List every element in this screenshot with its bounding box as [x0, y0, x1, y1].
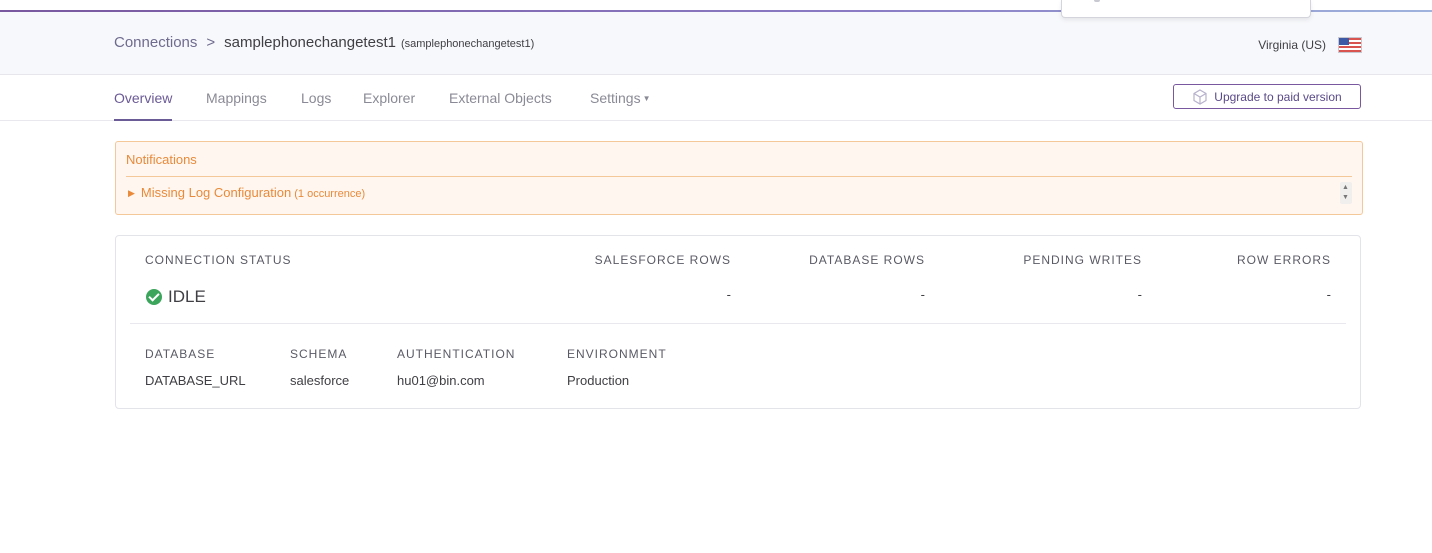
tab-explorer[interactable]: Explorer	[363, 90, 415, 106]
database-value: DATABASE_URL	[145, 373, 246, 388]
upgrade-button[interactable]: Upgrade to paid version	[1173, 84, 1361, 109]
database-rows-label: DATABASE ROWS	[809, 253, 925, 267]
connection-summary-card: CONNECTION STATUS IDLE SALESFORCE ROWS -…	[115, 235, 1361, 409]
us-flag-icon	[1338, 37, 1362, 53]
notification-label: Missing Log Configuration	[140, 185, 292, 200]
salesforce-rows-label: SALESFORCE ROWS	[594, 253, 731, 267]
notifications-scrollbar[interactable]: ▲ ▼	[1340, 182, 1352, 204]
breadcrumb: Connections > samplephonechangetest1 (sa…	[114, 34, 534, 51]
notifications-panel: Notifications ▶ Missing Log Configuration…	[115, 141, 1363, 215]
caret-down-icon: ▼	[642, 94, 651, 103]
notification-count: (1 occurrence)	[294, 188, 366, 200]
connection-name: samplephonechangetest1	[224, 34, 396, 51]
salesforce-rows-value: -	[726, 287, 731, 302]
status-value: IDLE	[168, 287, 206, 306]
tab-logs[interactable]: Logs	[301, 90, 331, 106]
cube-icon	[1193, 88, 1207, 105]
page-header: Connections > samplephonechangetest1 (sa…	[0, 12, 1432, 75]
database-label: DATABASE	[145, 347, 216, 361]
pending-writes-value: -	[1137, 287, 1142, 302]
card-divider	[130, 323, 1346, 324]
row-errors-value: -	[1326, 287, 1331, 302]
connection-status: IDLE	[146, 287, 206, 307]
scroll-down-icon[interactable]: ▼	[1342, 194, 1349, 202]
breadcrumb-connections-link[interactable]: Connections	[114, 34, 197, 51]
tab-settings-label: Settings	[590, 90, 641, 106]
tab-external-objects[interactable]: External Objects	[449, 90, 552, 106]
tab-settings[interactable]: Settings ▼	[590, 90, 651, 106]
authentication-value: hu01@bin.com	[397, 373, 485, 388]
expand-triangle-icon: ▶	[128, 188, 135, 198]
region-indicator: Virginia (US)	[1258, 37, 1362, 53]
pending-writes-label: PENDING WRITES	[1023, 253, 1142, 267]
schema-label: SCHEMA	[290, 347, 348, 361]
dropdown-menu-stub	[1061, 0, 1311, 18]
environment-label: ENVIRONMENT	[567, 347, 667, 361]
connection-status-label: CONNECTION STATUS	[145, 253, 292, 267]
scroll-up-icon[interactable]: ▲	[1342, 184, 1349, 192]
authentication-label: AUTHENTICATION	[397, 347, 516, 361]
environment-value: Production	[567, 373, 630, 388]
tab-overview[interactable]: Overview	[114, 90, 173, 121]
check-circle-icon	[146, 289, 162, 305]
upgrade-button-label: Upgrade to paid version	[1214, 89, 1342, 104]
chevron-right-icon: >	[206, 34, 216, 51]
tab-mappings[interactable]: Mappings	[206, 90, 267, 106]
connection-name-sub: (samplephonechangetest1)	[400, 38, 535, 50]
row-errors-label: ROW ERRORS	[1237, 253, 1331, 267]
notification-item[interactable]: ▶ Missing Log Configuration (1 occurrence)	[128, 185, 365, 200]
region-label: Virginia (US)	[1258, 38, 1326, 52]
notifications-divider	[126, 176, 1352, 177]
notifications-title: Notifications	[126, 152, 197, 167]
schema-value: salesforce	[290, 373, 350, 388]
database-rows-value: -	[920, 287, 925, 302]
